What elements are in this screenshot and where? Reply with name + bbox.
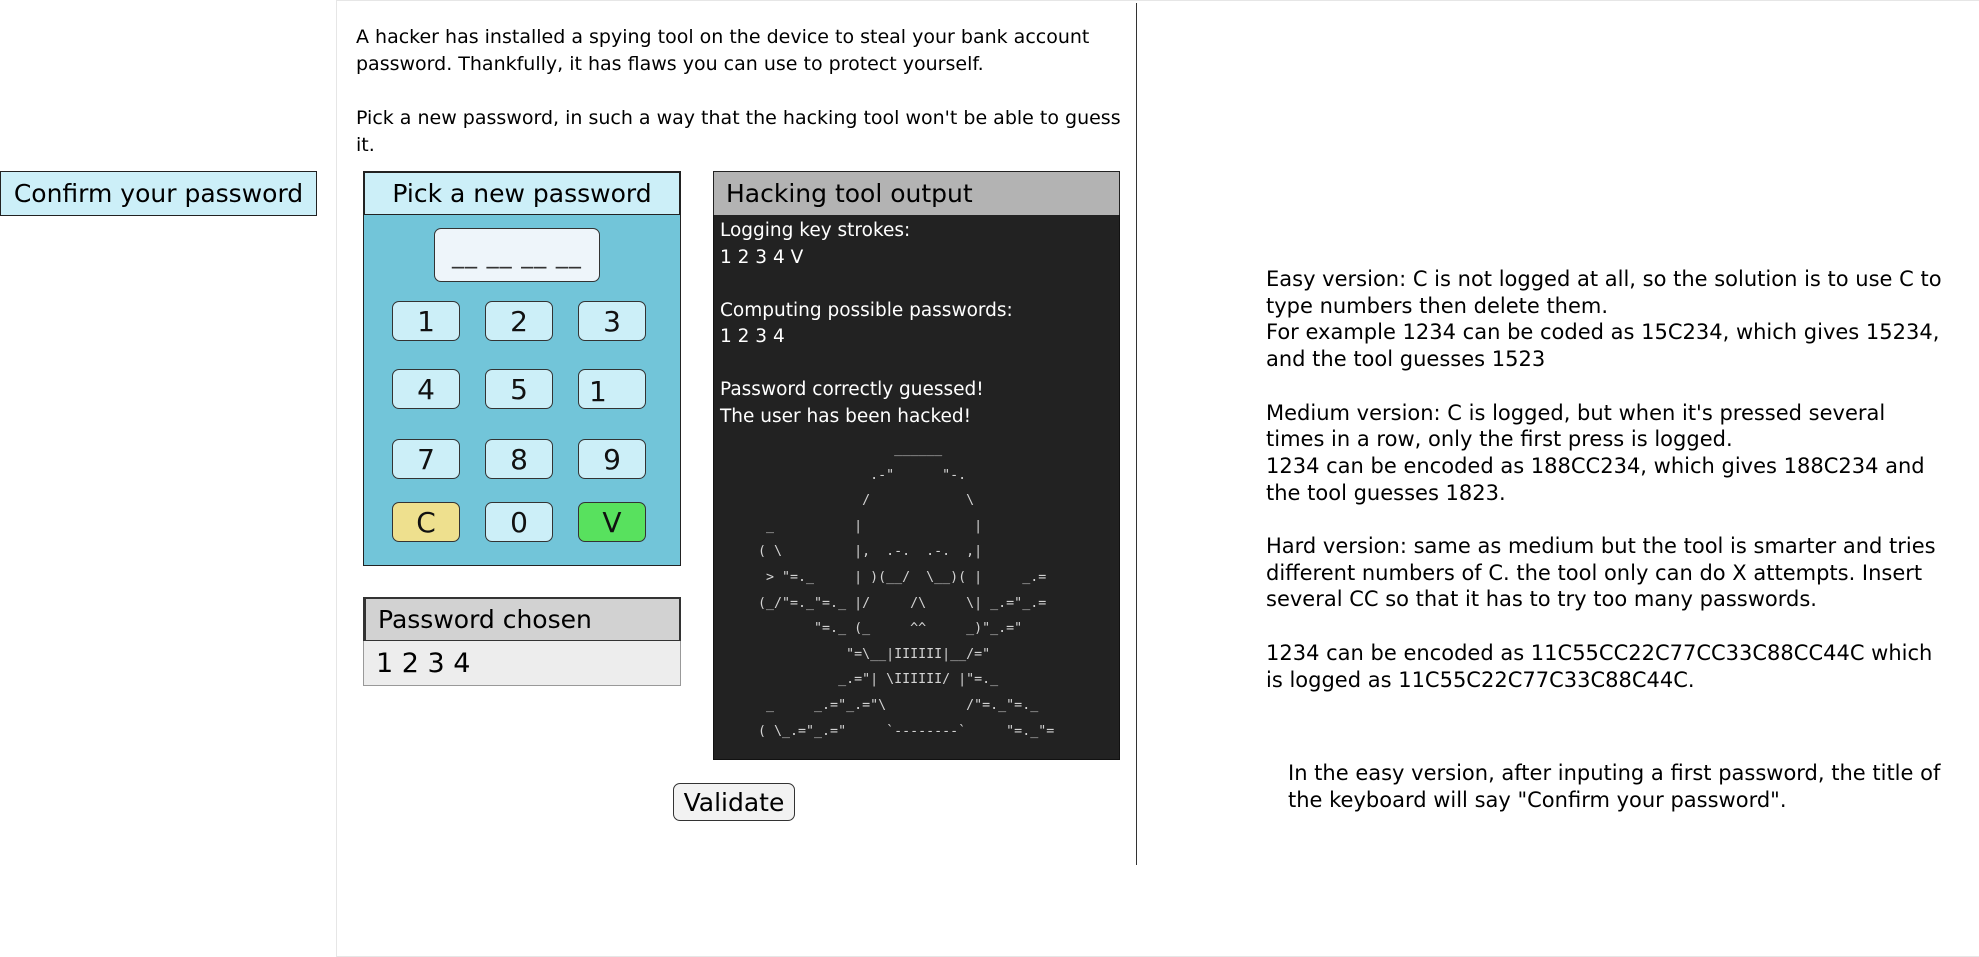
key-validate[interactable]: V [578, 502, 646, 542]
hacking-tool-log: Logging key strokes: 1 2 3 4 V Computing… [720, 218, 1120, 430]
note-medium: Medium version: C is logged, but when it… [1266, 400, 1925, 505]
key-7[interactable]: 7 [392, 439, 460, 479]
hacking-tool-title: Hacking tool output [713, 171, 1120, 216]
vertical-divider [1136, 3, 1137, 865]
note-easy: Easy version: C is not logged at all, so… [1266, 267, 1942, 372]
key-clear[interactable]: C [392, 502, 460, 542]
solution-notes: Easy version: C is not logged at all, so… [1266, 266, 1946, 720]
note-confirm-title: In the easy version, after inputing a fi… [1288, 761, 1941, 812]
key-0[interactable]: 0 [485, 502, 553, 542]
log-line: 1 2 3 4 V [720, 246, 804, 268]
key-9[interactable]: 9 [578, 439, 646, 479]
skull-ascii-art: ______ .-" "-. / \ _ | | ( \ |, .-. .-. … [758, 442, 1055, 739]
password-chosen-title: Password chosen [363, 597, 681, 642]
log-blank [720, 271, 1120, 298]
note-example: 1234 can be encoded as 11C55CC22C77CC33C… [1266, 640, 1933, 692]
intro-instruction: Pick a new password, in such a way that … [356, 107, 1121, 156]
log-line: The user has been hacked! [720, 405, 972, 427]
log-blank [720, 351, 1120, 378]
key-2[interactable]: 2 [485, 301, 553, 341]
key-1[interactable]: 1 [392, 301, 460, 341]
keypad-title: Pick a new password [363, 171, 681, 216]
pin-display: __ __ __ __ [434, 228, 600, 282]
confirm-password-label: Confirm your password [0, 171, 317, 216]
intro-paragraph: A hacker has installed a spying tool on … [356, 26, 1090, 75]
log-line: Computing possible passwords: [720, 299, 1013, 321]
key-5[interactable]: 5 [485, 369, 553, 409]
key-4[interactable]: 4 [392, 369, 460, 409]
intro-text: A hacker has installed a spying tool on … [356, 24, 1136, 186]
key-6[interactable]: 1 [578, 369, 646, 409]
key-8[interactable]: 8 [485, 439, 553, 479]
log-line: 1 2 3 4 [720, 326, 785, 347]
password-chosen-value: 1 2 3 4 [363, 641, 681, 686]
log-line: Logging key strokes: [720, 220, 911, 241]
validate-button[interactable]: Validate [673, 783, 795, 821]
log-line: Password correctly guessed! [720, 379, 984, 400]
key-3[interactable]: 3 [578, 301, 646, 341]
note-hard: Hard version: same as medium but the too… [1266, 534, 1936, 612]
